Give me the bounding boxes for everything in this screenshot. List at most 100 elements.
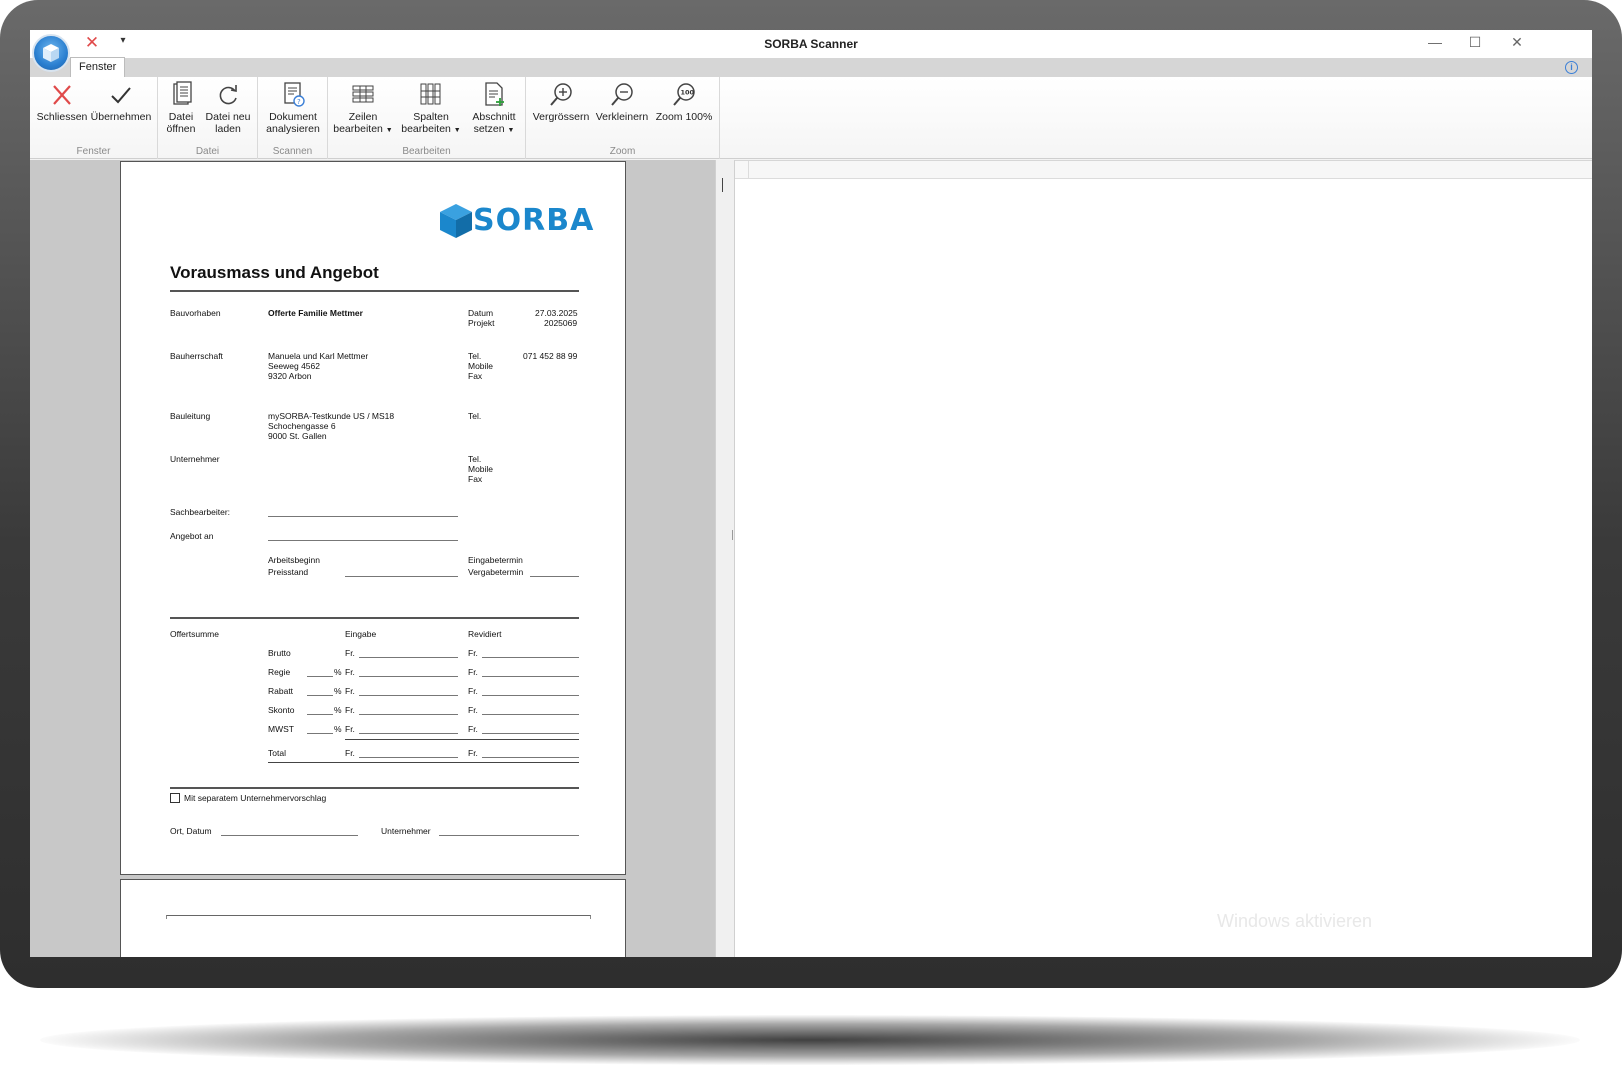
label-bauherrschaft: Bauherrschaft: [170, 351, 223, 361]
percent-input-line[interactable]: [307, 695, 333, 696]
label-angebot-an: Angebot an: [170, 531, 214, 541]
value-bauvorhaben: Offerte Familie Mettmer: [268, 308, 363, 318]
pane-splitter[interactable]: [715, 160, 735, 957]
eingabe-amount-line[interactable]: [359, 733, 458, 734]
total-top-rule: [345, 739, 579, 740]
zoom-100-button[interactable]: 100 Zoom 100%: [654, 79, 714, 123]
cube-logo-icon: [43, 44, 59, 62]
percent-sign: %: [334, 705, 342, 715]
unternehmervorschlag-checkbox[interactable]: [170, 793, 180, 803]
checkmark-icon: [111, 87, 131, 104]
zeilen-bearbeiten-button[interactable]: Zeilen bearbeiten ▼: [332, 79, 394, 137]
eingabe-amount-line[interactable]: [359, 714, 458, 715]
bauleitung-line: mySORBA-Testkunde US / MS18: [268, 411, 395, 421]
label-sachbearbeiter: Sachbearbeiter:: [170, 507, 231, 517]
label-eingabe: Eingabe: [345, 629, 377, 639]
uebernehmen-button[interactable]: Übernehmen: [90, 79, 152, 123]
revidiert-amount-line[interactable]: [482, 757, 579, 758]
bauherrschaft-line: 9320 Arbon: [268, 371, 312, 381]
close-window-button[interactable]: ✕: [1502, 34, 1532, 54]
revidiert-amount-line[interactable]: [482, 657, 579, 658]
revidiert-amount-line[interactable]: [482, 714, 579, 715]
revidiert-amount-line[interactable]: [482, 695, 579, 696]
page2-table-edge: [166, 915, 591, 919]
label-bauvorhaben: Bauvorhaben: [170, 308, 221, 318]
label-revidiert: Revidiert: [468, 629, 502, 639]
summary-row-label: Skonto: [268, 705, 295, 715]
ort-datum-line: [221, 835, 358, 836]
data-grid-pane[interactable]: Windows aktivieren: [735, 160, 1592, 957]
summary-row-label: Rabatt: [268, 686, 294, 696]
revidiert-amount-line[interactable]: [482, 733, 579, 734]
analyze-document-icon: ?: [284, 82, 305, 107]
vergroessern-button[interactable]: Vergrössern: [530, 79, 592, 123]
total-bottom-rule: [268, 762, 579, 763]
datei-neu-laden-button[interactable]: Datei neu laden: [202, 79, 254, 135]
dropdown-caret-icon: ▼: [385, 127, 393, 134]
currency-eingabe: Fr.: [345, 667, 355, 677]
sorba-cube-logo-icon: [440, 204, 472, 238]
app-window: ✕ ▾ SORBA Scanner — ☐ ✕ Fenster i Schlie…: [30, 30, 1592, 957]
ribbon-group-scannen: ? Dokument analysieren Scannen: [258, 77, 328, 159]
group-label-datei: Datei: [195, 146, 220, 157]
currency-revidiert: Fr.: [468, 648, 478, 658]
title-divider: [170, 290, 579, 292]
value-datum: 27.03.2025: [535, 308, 578, 318]
vergabetermin-line: [530, 576, 579, 577]
label-vergabetermin: Vergabetermin: [468, 567, 524, 577]
document-page-2: [120, 879, 626, 957]
eingabe-amount-line[interactable]: [359, 695, 458, 696]
summary-row-label: Total: [268, 748, 286, 758]
label-tel: Tel.: [468, 411, 482, 421]
zoom-100-icon: 100: [673, 83, 695, 106]
grid-corner-cell[interactable]: [735, 161, 749, 179]
label-fax: Fax: [468, 474, 483, 484]
datei-oeffnen-button[interactable]: Datei öffnen: [162, 79, 200, 135]
dropdown-caret-icon: ▼: [453, 127, 461, 134]
revidiert-amount-line[interactable]: [482, 676, 579, 677]
windows-activation-watermark: Windows aktivieren: [1217, 911, 1373, 931]
sachbearbeiter-line: [268, 516, 458, 517]
dokument-analysieren-button[interactable]: ? Dokument analysieren: [262, 79, 324, 135]
columns-icon: [420, 83, 441, 105]
preisstand-line: [345, 576, 458, 577]
document-title: Vorausmass und Angebot: [170, 263, 379, 282]
group-label-bearbeiten: Bearbeiten: [402, 146, 451, 157]
splitter-handle[interactable]: [732, 530, 733, 540]
schliessen-button[interactable]: Schliessen: [34, 79, 90, 123]
percent-input-line[interactable]: [307, 733, 333, 734]
ribbon-group-datei: Datei öffnen Datei neu laden Datei: [158, 77, 258, 159]
percent-sign: %: [334, 686, 342, 696]
value-projekt: 2025069: [544, 318, 578, 328]
eingabe-amount-line[interactable]: [359, 657, 458, 658]
bauleitung-line: 9000 St. Gallen: [268, 431, 327, 441]
percent-input-line[interactable]: [307, 714, 333, 715]
add-section-icon: [485, 82, 504, 106]
label-arbeitsbeginn: Arbeitsbeginn: [268, 555, 320, 565]
ribbon: Schliessen Übernehmen Fenster Datei öffn: [30, 77, 1592, 159]
label-preisstand: Preisstand: [268, 567, 309, 577]
currency-eingabe: Fr.: [345, 686, 355, 696]
ribbon-tab-strip: [30, 58, 1592, 77]
eingabe-amount-line[interactable]: [359, 676, 458, 677]
eingabe-amount-line[interactable]: [359, 757, 458, 758]
spalten-bearbeiten-button[interactable]: Spalten bearbeiten ▼: [400, 79, 462, 137]
verkleinern-button[interactable]: Verkleinern: [592, 79, 652, 123]
ribbon-group-bearbeiten: Zeilen bearbeiten ▼ Spalten bearbeiten ▼: [328, 77, 526, 159]
percent-input-line[interactable]: [307, 676, 333, 677]
label-unternehmer-signature: Unternehmer: [381, 826, 431, 836]
summary-row-label: Regie: [268, 667, 291, 677]
document-page: SORBA Vorausmass und Angebot Bauvorhaben…: [120, 161, 626, 875]
zoom-out-icon: [611, 83, 633, 106]
maximize-button[interactable]: ☐: [1460, 34, 1490, 54]
reload-icon: [219, 85, 237, 105]
abschnitt-setzen-button[interactable]: Abschnitt setzen ▼: [466, 79, 522, 137]
info-icon[interactable]: i: [1565, 61, 1578, 74]
tab-fenster[interactable]: Fenster: [70, 57, 126, 77]
minimize-button[interactable]: —: [1420, 34, 1450, 54]
currency-revidiert: Fr.: [468, 667, 478, 677]
label-projekt: Projekt: [468, 318, 495, 328]
app-menu-button[interactable]: [32, 34, 70, 72]
section-divider: [170, 617, 579, 619]
currency-revidiert: Fr.: [468, 748, 478, 758]
